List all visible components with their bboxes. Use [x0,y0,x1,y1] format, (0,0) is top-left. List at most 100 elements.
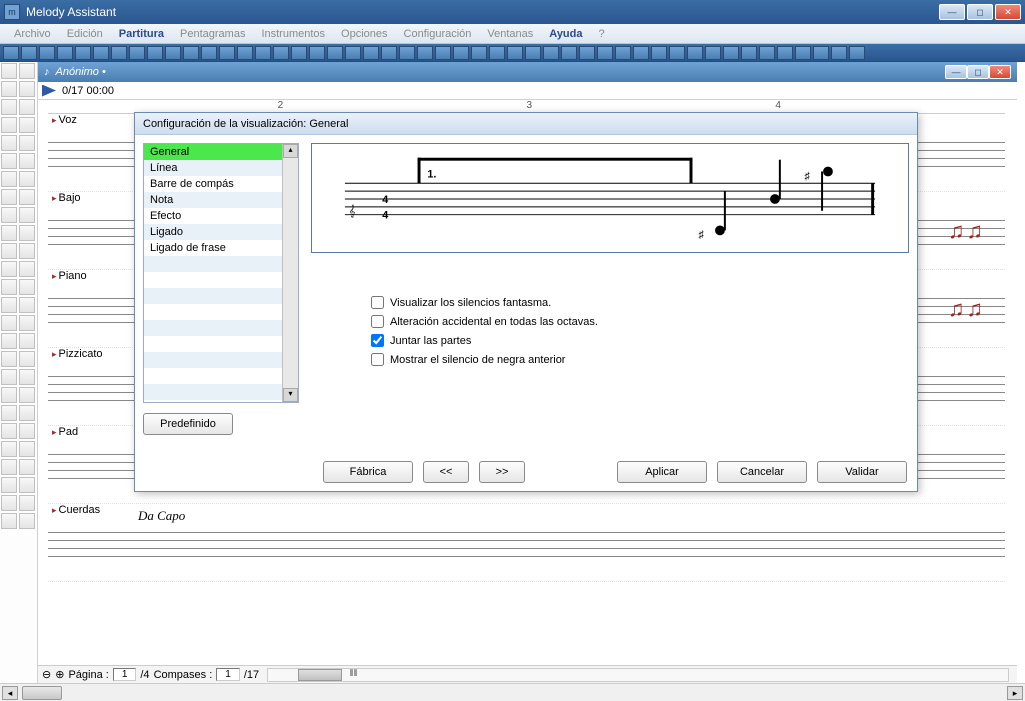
cancel-button[interactable]: Cancelar [717,461,807,483]
horizontal-scrollbar[interactable]: ⦀⦀ [267,668,1009,682]
app-horizontal-scrollbar[interactable]: ◂ ▸ [0,683,1025,701]
toolbar-button[interactable] [75,46,91,60]
toolbar-button[interactable] [219,46,235,60]
toolbar-button[interactable] [381,46,397,60]
palette-tool[interactable] [1,153,17,169]
prev-button[interactable]: << [423,461,469,483]
toolbar-button[interactable] [543,46,559,60]
close-button[interactable]: ✕ [995,4,1021,20]
option-row[interactable]: Juntar las partes [371,331,849,350]
category-item[interactable]: Efecto [144,208,298,224]
next-button[interactable]: >> [479,461,525,483]
toolbar-button[interactable] [687,46,703,60]
palette-tool[interactable] [19,63,35,79]
toolbar-button[interactable] [453,46,469,60]
palette-tool[interactable] [19,441,35,457]
category-item[interactable]: General [144,144,298,160]
doc-close-button[interactable]: ✕ [989,65,1011,79]
palette-tool[interactable] [19,189,35,205]
palette-tool[interactable] [19,279,35,295]
list-scrollbar[interactable]: ▴ ▾ [282,144,298,402]
palette-tool[interactable] [1,243,17,259]
zoom-out-icon[interactable]: ⊖ [42,668,51,681]
toolbar-button[interactable] [651,46,667,60]
menu-?[interactable]: ? [591,26,613,42]
factory-button[interactable]: Fábrica [323,461,413,483]
toolbar-button[interactable] [777,46,793,60]
toolbar-button[interactable] [3,46,19,60]
palette-tool[interactable] [19,225,35,241]
scroll-thumb[interactable] [22,686,62,700]
toolbar-button[interactable] [435,46,451,60]
option-row[interactable]: Mostrar el silencio de negra anterior [371,350,849,369]
palette-tool[interactable] [1,135,17,151]
palette-tool[interactable] [1,459,17,475]
palette-tool[interactable] [1,63,17,79]
palette-tool[interactable] [19,171,35,187]
toolbar-button[interactable] [669,46,685,60]
palette-tool[interactable] [1,495,17,511]
toolbar-button[interactable] [507,46,523,60]
palette-tool[interactable] [19,459,35,475]
palette-tool[interactable] [19,117,35,133]
menu-edición[interactable]: Edición [59,26,111,42]
toolbar-button[interactable] [201,46,217,60]
palette-tool[interactable] [1,441,17,457]
toolbar-button[interactable] [399,46,415,60]
option-row[interactable]: Alteración accidental en todas las octav… [371,312,849,331]
page-current-field[interactable]: 1 [113,668,137,681]
toolbar-button[interactable] [831,46,847,60]
toolbar-button[interactable] [741,46,757,60]
palette-tool[interactable] [1,99,17,115]
toolbar-button[interactable] [417,46,433,60]
palette-tool[interactable] [19,477,35,493]
palette-tool[interactable] [19,315,35,331]
category-item[interactable]: Barre de compás [144,176,298,192]
toolbar-button[interactable] [21,46,37,60]
palette-tool[interactable] [1,513,17,529]
palette-tool[interactable] [1,297,17,313]
palette-tool[interactable] [1,369,17,385]
palette-tool[interactable] [1,405,17,421]
palette-tool[interactable] [19,135,35,151]
toolbar-button[interactable] [795,46,811,60]
palette-tool[interactable] [19,351,35,367]
palette-tool[interactable] [19,405,35,421]
toolbar-button[interactable] [849,46,865,60]
palette-tool[interactable] [19,369,35,385]
palette-tool[interactable] [19,333,35,349]
compases-current-field[interactable]: 1 [216,668,240,681]
toolbar-button[interactable] [291,46,307,60]
palette-tool[interactable] [1,423,17,439]
option-checkbox[interactable] [371,315,384,328]
palette-tool[interactable] [1,477,17,493]
toolbar-button[interactable] [309,46,325,60]
toolbar-button[interactable] [111,46,127,60]
toolbar-button[interactable] [579,46,595,60]
palette-tool[interactable] [19,297,35,313]
validate-button[interactable]: Validar [817,461,907,483]
toolbar-button[interactable] [345,46,361,60]
toolbar-button[interactable] [255,46,271,60]
play-button[interactable] [42,85,56,97]
menu-instrumentos[interactable]: Instrumentos [253,26,333,42]
scroll-down-icon[interactable]: ▾ [283,388,298,402]
toolbar-button[interactable] [705,46,721,60]
option-row[interactable]: Visualizar los silencios fantasma. [371,293,849,312]
palette-tool[interactable] [1,207,17,223]
doc-maximize-button[interactable]: ◻ [967,65,989,79]
palette-tool[interactable] [19,423,35,439]
palette-tool[interactable] [19,153,35,169]
doc-minimize-button[interactable]: — [945,65,967,79]
toolbar-button[interactable] [723,46,739,60]
toolbar-button[interactable] [363,46,379,60]
toolbar-button[interactable] [57,46,73,60]
scroll-up-icon[interactable]: ▴ [283,144,298,158]
palette-tool[interactable] [19,513,35,529]
menu-opciones[interactable]: Opciones [333,26,395,42]
palette-tool[interactable] [19,207,35,223]
menu-configuración[interactable]: Configuración [396,26,480,42]
menu-partitura[interactable]: Partitura [111,26,172,42]
category-item[interactable]: Ligado de frase [144,240,298,256]
toolbar-button[interactable] [327,46,343,60]
